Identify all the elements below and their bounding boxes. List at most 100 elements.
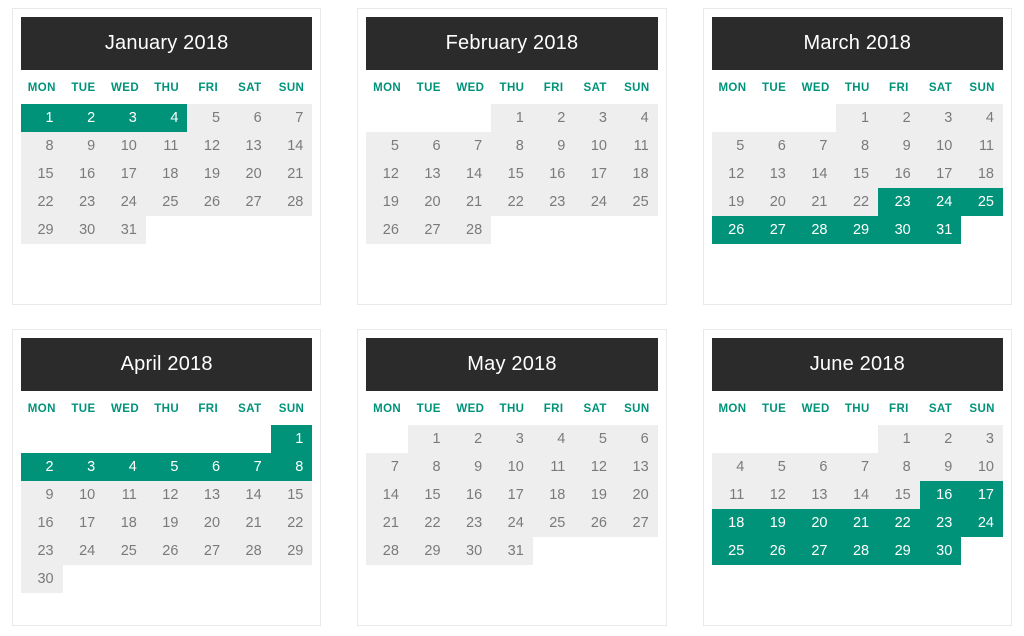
day-cell-highlighted[interactable]: 29 [878,537,920,565]
day-cell[interactable]: 27 [229,188,271,216]
day-cell-highlighted[interactable]: 4 [104,453,146,481]
day-cell[interactable]: 20 [753,188,795,216]
day-cell[interactable]: 4 [615,104,658,132]
day-cell[interactable]: 18 [961,160,1003,188]
day-cell[interactable]: 13 [615,453,658,481]
day-cell[interactable]: 17 [62,509,105,537]
day-cell[interactable]: 16 [532,160,575,188]
day-cell[interactable]: 12 [574,453,616,481]
day-cell-highlighted[interactable]: 28 [836,537,879,565]
day-cell-highlighted[interactable]: 2 [21,453,63,481]
day-cell[interactable]: 16 [449,481,492,509]
day-cell-highlighted[interactable]: 26 [711,216,754,244]
day-cell[interactable]: 10 [104,132,146,160]
day-cell[interactable]: 22 [491,188,533,216]
day-cell-highlighted[interactable]: 25 [711,537,754,565]
day-cell[interactable]: 18 [615,160,658,188]
day-cell[interactable]: 3 [574,104,616,132]
day-cell[interactable]: 25 [104,537,146,565]
day-cell[interactable]: 17 [491,481,533,509]
day-cell[interactable]: 12 [711,160,754,188]
day-cell[interactable]: 26 [187,188,230,216]
day-cell[interactable]: 2 [532,104,575,132]
day-cell[interactable]: 26 [366,216,408,244]
day-cell[interactable]: 12 [145,481,188,509]
day-cell-highlighted[interactable]: 1 [21,104,63,132]
day-cell[interactable]: 29 [270,537,313,565]
day-cell[interactable]: 23 [449,509,492,537]
day-cell[interactable]: 4 [532,425,575,453]
day-cell[interactable]: 27 [407,216,450,244]
day-cell[interactable]: 1 [878,425,920,453]
day-cell[interactable]: 9 [21,481,63,509]
day-cell[interactable]: 7 [836,453,879,481]
day-cell[interactable]: 18 [145,160,188,188]
day-cell[interactable]: 25 [532,509,575,537]
day-cell-highlighted[interactable]: 27 [794,537,837,565]
day-cell[interactable]: 17 [104,160,146,188]
day-cell[interactable]: 4 [961,104,1003,132]
day-cell[interactable]: 24 [104,188,146,216]
day-cell[interactable]: 30 [62,216,105,244]
day-cell[interactable]: 8 [836,132,879,160]
day-cell[interactable]: 20 [407,188,450,216]
day-cell[interactable]: 31 [104,216,146,244]
day-cell[interactable]: 24 [62,537,105,565]
day-cell-highlighted[interactable]: 25 [961,188,1003,216]
day-cell[interactable]: 14 [270,132,313,160]
day-cell[interactable]: 22 [407,509,450,537]
day-cell[interactable]: 10 [574,132,616,160]
day-cell[interactable]: 14 [366,481,408,509]
day-cell-highlighted[interactable]: 3 [62,453,105,481]
day-cell[interactable]: 21 [794,188,837,216]
day-cell-highlighted[interactable]: 3 [104,104,146,132]
day-cell-highlighted[interactable]: 22 [878,509,920,537]
day-cell[interactable]: 22 [21,188,63,216]
day-cell[interactable]: 6 [794,453,837,481]
day-cell[interactable]: 19 [366,188,408,216]
day-cell[interactable]: 5 [574,425,616,453]
day-cell[interactable]: 11 [145,132,188,160]
day-cell[interactable]: 20 [615,481,658,509]
day-cell[interactable]: 1 [407,425,450,453]
day-cell[interactable]: 26 [145,537,188,565]
day-cell-highlighted[interactable]: 21 [836,509,879,537]
day-cell[interactable]: 8 [878,453,920,481]
day-cell[interactable]: 30 [449,537,492,565]
day-cell-highlighted[interactable]: 19 [753,509,795,537]
day-cell[interactable]: 15 [21,160,63,188]
day-cell[interactable]: 12 [366,160,408,188]
day-cell[interactable]: 9 [878,132,920,160]
day-cell[interactable]: 13 [753,160,795,188]
day-cell[interactable]: 7 [794,132,837,160]
day-cell[interactable]: 10 [919,132,962,160]
day-cell[interactable]: 14 [449,160,492,188]
day-cell-highlighted[interactable]: 18 [711,509,754,537]
day-cell-highlighted[interactable]: 27 [753,216,795,244]
day-cell[interactable]: 25 [615,188,658,216]
day-cell[interactable]: 7 [449,132,492,160]
day-cell[interactable]: 14 [229,481,271,509]
day-cell[interactable]: 24 [491,509,533,537]
day-cell-highlighted[interactable]: 17 [961,481,1003,509]
day-cell[interactable]: 14 [794,160,837,188]
day-cell[interactable]: 15 [836,160,879,188]
day-cell[interactable]: 5 [711,132,754,160]
day-cell[interactable]: 23 [21,537,63,565]
day-cell[interactable]: 9 [62,132,105,160]
day-cell[interactable]: 2 [919,425,962,453]
day-cell[interactable]: 17 [574,160,616,188]
day-cell[interactable]: 7 [270,104,313,132]
day-cell[interactable]: 12 [753,481,795,509]
day-cell[interactable]: 27 [615,509,658,537]
day-cell[interactable]: 2 [878,104,920,132]
day-cell[interactable]: 11 [615,132,658,160]
day-cell-highlighted[interactable]: 2 [62,104,105,132]
day-cell[interactable]: 9 [919,453,962,481]
day-cell[interactable]: 8 [407,453,450,481]
day-cell[interactable]: 10 [961,453,1003,481]
day-cell[interactable]: 14 [836,481,879,509]
day-cell[interactable]: 9 [532,132,575,160]
day-cell-highlighted[interactable]: 26 [753,537,795,565]
day-cell-highlighted[interactable]: 28 [794,216,837,244]
